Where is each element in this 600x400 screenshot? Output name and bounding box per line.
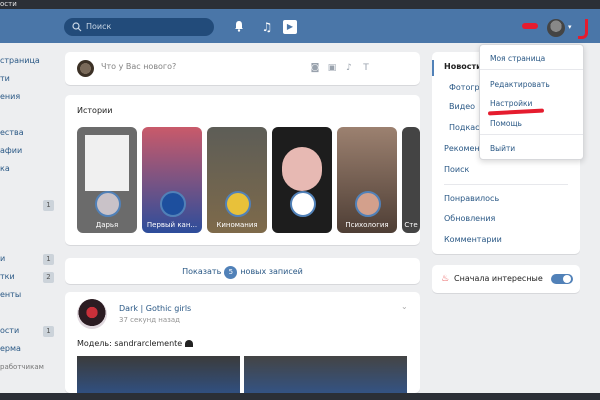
story-avatar [355, 191, 381, 217]
count-badge: 2 [43, 272, 54, 283]
story-card[interactable]: Дарья [77, 127, 137, 233]
count-badge: 1 [43, 200, 54, 211]
sidebar-item[interactable]: ерма [0, 340, 58, 358]
heart-icon [184, 340, 193, 347]
chevron-down-icon[interactable]: ▾ [568, 23, 572, 31]
divider [480, 134, 583, 135]
dropdown-my-page[interactable]: Моя страница [490, 54, 545, 63]
camera-icon[interactable]: ◙ [309, 62, 321, 74]
play-icon[interactable]: ▶ [283, 20, 297, 34]
post-text: Модель: sandrarclemente [77, 339, 193, 348]
profile-dropdown: Моя страница Редактировать Настройки Пом… [479, 44, 584, 160]
stories-title: Истории [77, 106, 113, 115]
divider [444, 184, 568, 185]
sidebar-item[interactable]: 1 [0, 196, 58, 214]
post-author[interactable]: Dark | Gothic girls [119, 304, 191, 313]
count-badge: 1 [43, 326, 54, 337]
story-card[interactable]: Киномания [207, 127, 267, 233]
sidebar-item[interactable] [0, 214, 58, 232]
story-avatar [225, 191, 251, 217]
fire-icon: ♨ [441, 274, 450, 284]
story-avatar [160, 191, 186, 217]
toggle-switch[interactable] [551, 274, 573, 284]
search-input[interactable]: Поиск [64, 18, 214, 36]
music-icon[interactable]: ♪ [343, 62, 355, 74]
sidebar-footer-link[interactable]: работчикам [0, 358, 58, 376]
story-label: Первый кан... [146, 221, 198, 229]
sidebar-item[interactable]: ества [0, 124, 58, 142]
sidebar-item[interactable] [0, 178, 58, 196]
dropdown-settings[interactable]: Настройки [490, 99, 532, 108]
menu-item-liked[interactable]: Понравилось [444, 194, 499, 203]
composer-placeholder[interactable]: Что у Вас нового? [101, 62, 176, 71]
search-placeholder: Поиск [86, 22, 112, 31]
menu-item-search[interactable]: Поиск [444, 165, 469, 174]
show-new-posts[interactable]: Показать 5 новых записей [65, 258, 420, 284]
sidebar-item[interactable]: тки 2 [0, 268, 58, 286]
search-icon [72, 22, 82, 32]
active-indicator [432, 60, 434, 76]
dropdown-edit[interactable]: Редактировать [490, 80, 550, 89]
sidebar-item[interactable] [0, 304, 58, 322]
annotation-mark [578, 19, 588, 39]
story-label: Дарья [95, 221, 119, 229]
menu-item-video[interactable]: Видео [449, 102, 475, 111]
story-label: Киномания [216, 221, 258, 229]
stories-block: Истории Дарья Первый кан... Киномания Пс… [65, 95, 420, 245]
chevron-down-icon[interactable]: ⌄ [401, 302, 408, 311]
post-time[interactable]: 37 секунд назад [119, 316, 180, 324]
top-bar: Поиск ♫ ▶ ▾ [0, 9, 600, 43]
sidebar-item[interactable]: ости 1 [0, 322, 58, 340]
feed-post: Dark | Gothic girls 37 секунд назад ⌄ Мо… [65, 292, 420, 400]
story-avatar [95, 191, 121, 217]
menu-item-comments[interactable]: Комментарии [444, 235, 502, 244]
avatar [77, 60, 94, 77]
story-card[interactable]: Первый кан... [142, 127, 202, 233]
new-posts-count: 5 [224, 266, 238, 279]
menu-item-photos[interactable]: Фотогр [449, 83, 480, 92]
new-posts-prefix: Показать [182, 267, 222, 276]
avatar[interactable] [77, 299, 107, 329]
sidebar-item[interactable]: ения [0, 88, 58, 106]
taskbar [0, 393, 600, 400]
sidebar-item[interactable] [0, 232, 58, 250]
bell-icon[interactable] [232, 20, 246, 34]
divider [480, 69, 583, 70]
video-icon[interactable]: ▣ [326, 62, 338, 74]
interesting-first-toggle[interactable]: ♨ Сначала интересные [432, 265, 580, 293]
text-icon[interactable]: T [360, 62, 372, 74]
story-label: Сте [404, 221, 418, 229]
dropdown-logout[interactable]: Выйти [490, 144, 515, 153]
window-title: ости [0, 0, 600, 9]
sidebar-item[interactable] [0, 106, 58, 124]
story-card[interactable]: Психология [337, 127, 397, 233]
sidebar-item[interactable]: ти [0, 70, 58, 88]
sidebar-item[interactable]: енты [0, 286, 58, 304]
sidebar-item[interactable]: страница [0, 52, 58, 70]
menu-item-recommendations[interactable]: Рекомен [444, 144, 480, 153]
left-sidebar: страница ти ения ества афии ка 1 и1 тки 2… [0, 52, 58, 376]
music-icon[interactable]: ♫ [260, 20, 274, 34]
story-card[interactable] [272, 127, 332, 233]
sidebar-item[interactable]: ка [0, 160, 58, 178]
new-posts-suffix: новых записей [240, 267, 303, 276]
story-label: Психология [345, 221, 389, 229]
dropdown-help[interactable]: Помощь [490, 119, 522, 128]
user-avatar[interactable] [547, 19, 565, 37]
count-badge: 1 [43, 254, 54, 265]
sidebar-item[interactable]: афии [0, 142, 58, 160]
story-avatar [290, 191, 316, 217]
toggle-label: Сначала интересные [454, 274, 543, 283]
sidebar-item[interactable]: и1 [0, 250, 58, 268]
menu-item-updates[interactable]: Обновления [444, 214, 495, 223]
menu-item-news[interactable]: Новости [444, 62, 482, 71]
story-card[interactable]: Сте [402, 127, 420, 233]
post-composer[interactable]: Что у Вас нового? ◙ ▣ ♪ T [65, 52, 473, 85]
annotation-scribble [522, 23, 538, 29]
